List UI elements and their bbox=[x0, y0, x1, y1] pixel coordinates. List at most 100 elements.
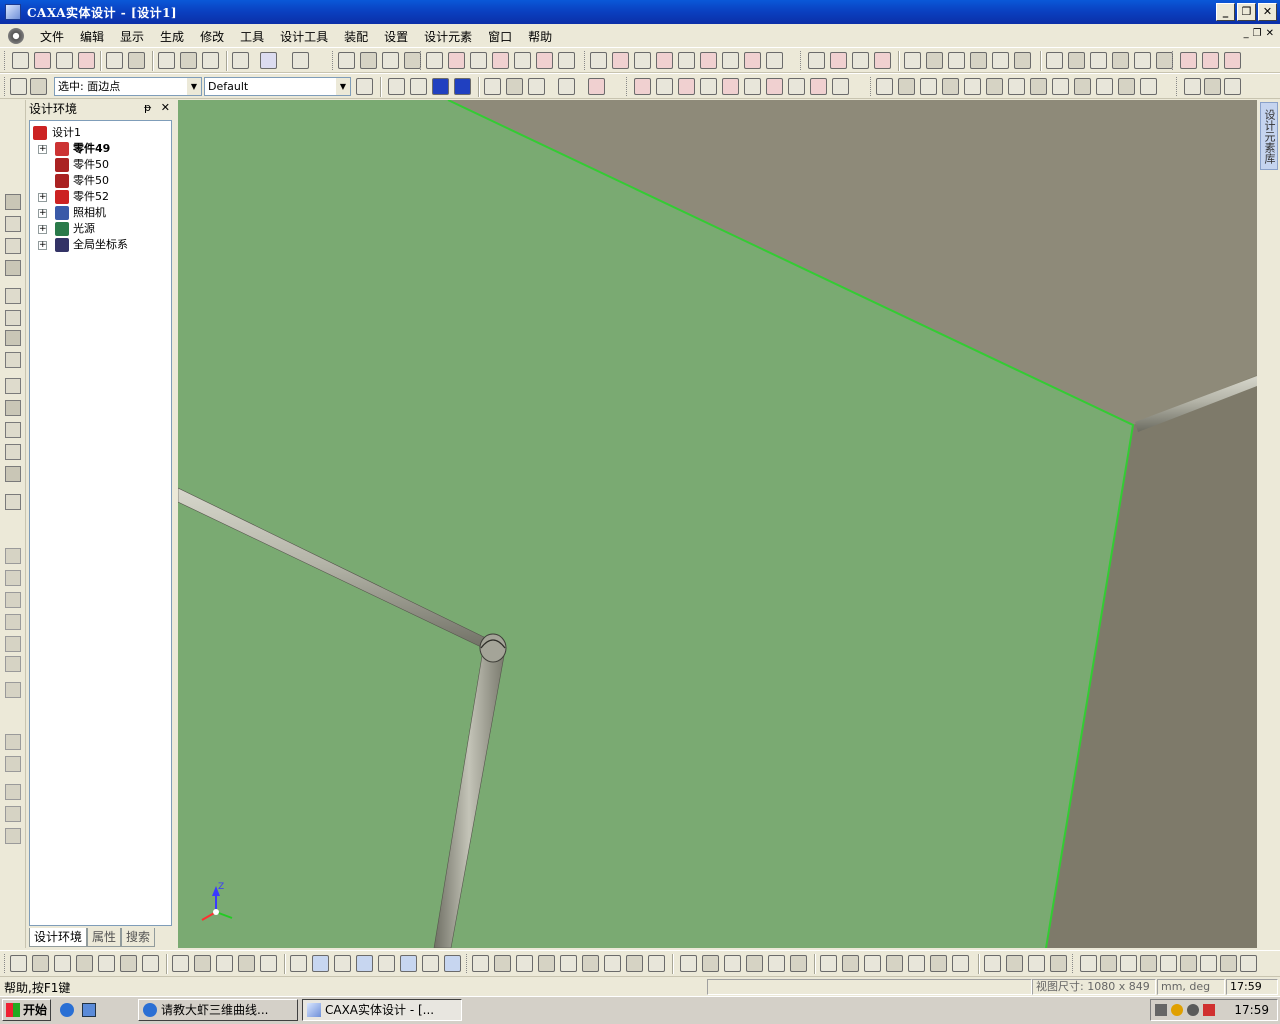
normal-view-icon[interactable] bbox=[788, 78, 805, 95]
blend-icon[interactable] bbox=[744, 52, 761, 69]
render-icon[interactable] bbox=[260, 52, 277, 69]
tree-expander[interactable]: + bbox=[38, 145, 47, 154]
task-browser[interactable]: 请教大虾三维曲线... bbox=[138, 999, 298, 1021]
unfold-icon[interactable] bbox=[948, 52, 965, 69]
mdi-minimize-button[interactable]: _ bbox=[1244, 28, 1249, 39]
save-icon[interactable] bbox=[78, 52, 95, 69]
pipette-icon[interactable] bbox=[5, 734, 21, 750]
diamond-icon[interactable] bbox=[626, 955, 643, 972]
walk-icon[interactable] bbox=[5, 238, 21, 254]
offset-2d-icon[interactable] bbox=[886, 955, 903, 972]
document-icon[interactable] bbox=[8, 28, 24, 44]
circle-tangent-icon[interactable] bbox=[768, 955, 785, 972]
orbit-icon[interactable] bbox=[5, 216, 21, 232]
text-icon[interactable] bbox=[514, 52, 531, 69]
tangent-snap-icon[interactable] bbox=[986, 78, 1003, 95]
mdi-close-button[interactable]: ✕ bbox=[1266, 28, 1274, 39]
sketch-options-icon[interactable] bbox=[1050, 955, 1067, 972]
extrude-icon[interactable] bbox=[426, 52, 443, 69]
sketch-arc-icon[interactable] bbox=[142, 955, 159, 972]
qq-icon[interactable] bbox=[1171, 1004, 1183, 1016]
angle-measure-icon[interactable] bbox=[1100, 955, 1117, 972]
tree-expander[interactable]: + bbox=[38, 241, 47, 250]
paste-icon[interactable] bbox=[180, 52, 197, 69]
menu-generate[interactable]: 生成 bbox=[152, 28, 192, 45]
chamfer-icon[interactable] bbox=[874, 52, 891, 69]
surface-snap-icon[interactable] bbox=[964, 78, 981, 95]
menu-file[interactable]: 文件 bbox=[32, 28, 72, 45]
sheet-metal-icon[interactable] bbox=[904, 52, 921, 69]
sketch-rotate-icon[interactable] bbox=[54, 955, 71, 972]
close-button[interactable]: ✕ bbox=[1258, 3, 1277, 21]
zoom-fit-icon[interactable] bbox=[810, 78, 827, 95]
pattern-icon[interactable] bbox=[338, 52, 355, 69]
chevron-down-icon[interactable]: ▼ bbox=[336, 78, 350, 95]
trim-2d-icon[interactable] bbox=[216, 955, 233, 972]
selection-filter-combo[interactable]: 选中: 面边点 ▼ bbox=[54, 77, 202, 96]
corner-icon[interactable] bbox=[172, 955, 189, 972]
distance-snap-icon[interactable] bbox=[1096, 78, 1113, 95]
rotate-feature-icon[interactable] bbox=[448, 52, 465, 69]
cylinder-icon[interactable] bbox=[5, 614, 21, 630]
pick-mode-icon[interactable] bbox=[30, 78, 47, 95]
select-cursor-icon[interactable] bbox=[10, 78, 27, 95]
parallel-2d-icon[interactable] bbox=[422, 955, 439, 972]
tree-node-label[interactable]: 设计1 bbox=[52, 125, 81, 141]
previous-view-icon[interactable] bbox=[832, 78, 849, 95]
mirror-2d-icon[interactable] bbox=[864, 955, 881, 972]
offset-icon[interactable] bbox=[634, 52, 651, 69]
projection-icon[interactable] bbox=[656, 52, 673, 69]
sketch-plane-icon[interactable] bbox=[5, 548, 21, 564]
section-view-icon[interactable] bbox=[558, 78, 575, 95]
zoom-icon[interactable] bbox=[5, 288, 21, 304]
tree-node-label[interactable]: 全局坐标系 bbox=[73, 237, 128, 253]
tree-expander[interactable]: + bbox=[38, 225, 47, 234]
sketch-profile-icon[interactable] bbox=[1006, 955, 1023, 972]
locate-icon[interactable] bbox=[1202, 52, 1219, 69]
toolbar-grip[interactable] bbox=[4, 77, 7, 96]
iso-icon[interactable] bbox=[528, 78, 545, 95]
toolbar-grip[interactable] bbox=[420, 51, 423, 70]
3d-curve-icon[interactable] bbox=[558, 52, 575, 69]
trim-icon[interactable] bbox=[722, 52, 739, 69]
print-icon[interactable] bbox=[202, 52, 219, 69]
bottom-view-icon[interactable] bbox=[744, 78, 761, 95]
array-2d-icon[interactable] bbox=[952, 955, 969, 972]
edit-tool-icon[interactable] bbox=[5, 494, 21, 510]
menu-tools[interactable]: 工具 bbox=[232, 28, 272, 45]
tangent-line-icon[interactable] bbox=[516, 955, 533, 972]
realistic-icon[interactable] bbox=[454, 78, 471, 95]
flange-icon[interactable] bbox=[970, 52, 987, 69]
chamfer-2d-icon[interactable] bbox=[194, 955, 211, 972]
task-caxa[interactable]: CAXA实体设计 - [... bbox=[302, 999, 462, 1021]
mate-icon[interactable] bbox=[1068, 52, 1085, 69]
tree-node-label[interactable]: 零件50 bbox=[73, 173, 109, 189]
smart-snap-icon[interactable] bbox=[232, 52, 249, 69]
design-tree[interactable]: 设计1 + 零件49 零件50 零件50 + 零件52 + 照相机 + 光源 + 全局坐标系 bbox=[29, 120, 172, 926]
tab-search[interactable]: 搜索 bbox=[121, 928, 156, 947]
sketch-pattern-icon[interactable] bbox=[76, 955, 93, 972]
camera-look-icon[interactable] bbox=[5, 444, 21, 460]
explode-icon[interactable] bbox=[1134, 52, 1151, 69]
line-2d-icon[interactable] bbox=[472, 955, 489, 972]
sketch-rect-icon[interactable] bbox=[32, 955, 49, 972]
back-view-icon[interactable] bbox=[656, 78, 673, 95]
toolbar-grip[interactable] bbox=[626, 77, 629, 96]
curve-icon[interactable] bbox=[590, 52, 607, 69]
open-file-icon[interactable] bbox=[56, 52, 73, 69]
dimension-icon[interactable] bbox=[290, 955, 307, 972]
plane-icon[interactable] bbox=[612, 52, 629, 69]
arc-2d-icon[interactable] bbox=[724, 955, 741, 972]
text-tool-icon[interactable] bbox=[5, 682, 21, 698]
spline-icon[interactable] bbox=[582, 955, 599, 972]
dot-icon[interactable] bbox=[1184, 78, 1201, 95]
network-icon[interactable] bbox=[1187, 1004, 1199, 1016]
measure-icon[interactable] bbox=[360, 52, 377, 69]
face-snap-icon[interactable] bbox=[920, 78, 937, 95]
polyline-icon[interactable] bbox=[494, 955, 511, 972]
tab-design-environment[interactable]: 设计环境 bbox=[29, 928, 88, 947]
close-icon[interactable]: ✕ bbox=[161, 101, 170, 114]
sketch-finish-icon[interactable] bbox=[984, 955, 1001, 972]
render-tool-icon[interactable] bbox=[5, 466, 21, 482]
front-view-icon[interactable] bbox=[634, 78, 651, 95]
